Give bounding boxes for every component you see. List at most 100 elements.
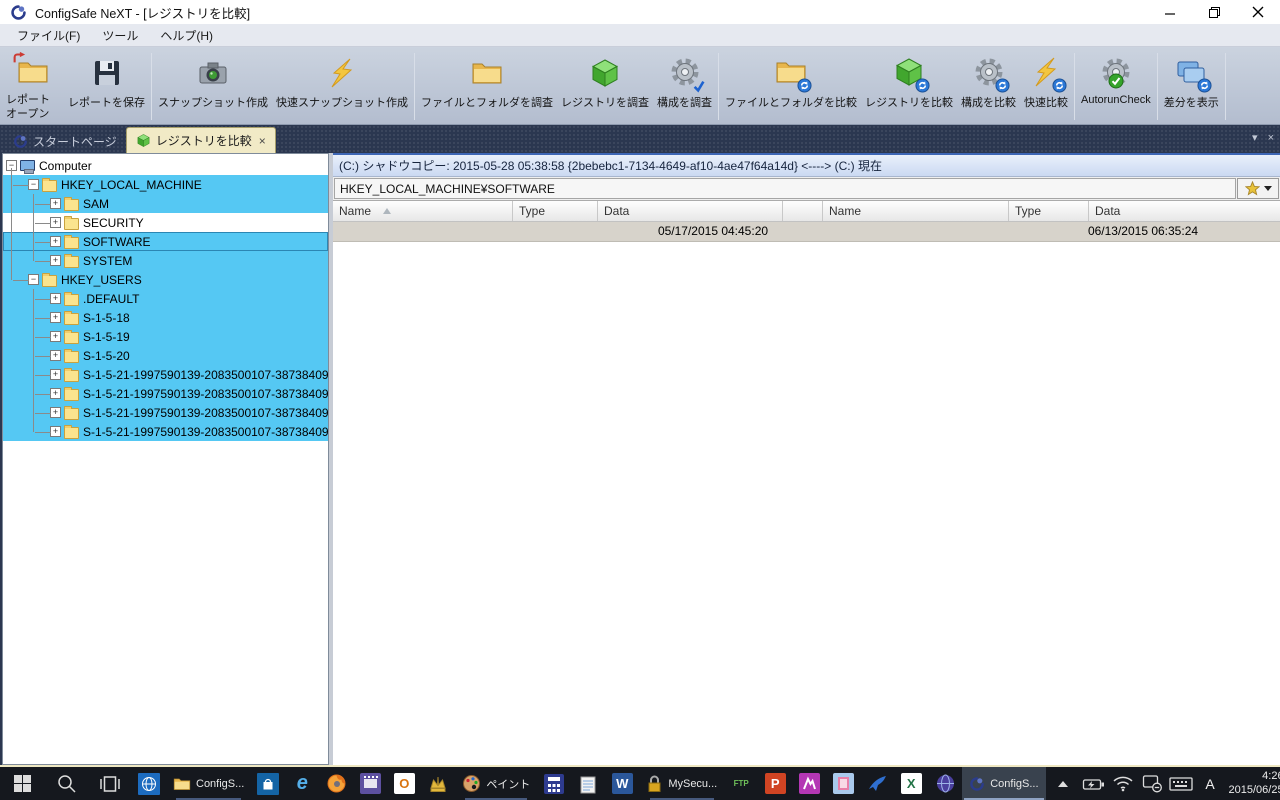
compare-config-button[interactable]: 構成を比較 [957, 49, 1020, 124]
tree-expander-icon[interactable]: + [50, 407, 61, 418]
purple-globe-icon[interactable] [928, 767, 962, 800]
tree-row[interactable]: + S-1-5-19 [3, 327, 328, 346]
tree-expander-icon[interactable]: + [50, 236, 61, 247]
ime-mode-indicator[interactable]: A [1196, 776, 1225, 792]
tree-expander-icon[interactable]: + [50, 388, 61, 399]
examine-registry-button[interactable]: レジストリを調査 [557, 49, 653, 124]
tree-expander-icon[interactable]: + [50, 217, 61, 228]
save-report-button[interactable]: レポートを保存 [64, 49, 149, 124]
tab-registry-compare[interactable]: レジストリを比較 × [126, 127, 276, 153]
quick-snapshot-button[interactable]: 快速スナップショット作成 [272, 49, 412, 124]
column-header-type-left[interactable]: Type [513, 201, 598, 221]
crown-app-icon[interactable] [421, 767, 455, 800]
tree-expander-icon[interactable]: + [50, 426, 61, 437]
window-title: ConfigSafe NeXT - [レジストリを比較] [35, 3, 1148, 22]
tab-overflow-icon[interactable]: ▾ [1252, 131, 1258, 144]
keyboard-icon[interactable] [1167, 776, 1196, 792]
tree-expander-icon[interactable]: + [50, 350, 61, 361]
start-button[interactable] [0, 767, 44, 800]
menu-help[interactable]: ヘルプ(H) [149, 24, 224, 47]
tree-row[interactable]: + .DEFAULT [3, 289, 328, 308]
ffftp-icon[interactable]: FTP [724, 767, 758, 800]
autorun-check-button[interactable]: AutorunCheck [1077, 49, 1155, 124]
tab-start-page[interactable]: スタートページ [4, 129, 126, 153]
movie-app-icon[interactable] [353, 767, 387, 800]
tree-row[interactable]: − Computer [3, 156, 328, 175]
tree-row[interactable]: + SYSTEM [3, 251, 328, 270]
quick-compare-button[interactable]: 快速比較 [1020, 49, 1072, 124]
tree-expander-icon[interactable]: + [50, 198, 61, 209]
tree-expander-icon[interactable]: − [6, 160, 17, 171]
tray-chevron-up-icon[interactable] [1046, 767, 1080, 800]
column-header-gap [783, 201, 823, 221]
tabstrip-close-icon[interactable]: × [1268, 132, 1274, 144]
column-header-name-left[interactable]: Name [333, 201, 513, 221]
blue-check-icon [692, 79, 706, 93]
tree-row[interactable]: + S-1-5-20 [3, 346, 328, 365]
column-header-data-left[interactable]: Data [598, 201, 783, 221]
tree-row[interactable]: + SOFTWARE [3, 232, 328, 251]
folder-icon [64, 256, 79, 268]
pink-book-app-icon[interactable] [826, 767, 860, 800]
swoosh-app-icon[interactable] [860, 767, 894, 800]
column-header-name-right[interactable]: Name [823, 201, 1009, 221]
tree-row[interactable]: − HKEY_USERS [3, 270, 328, 289]
compare-files-button[interactable]: ファイルとフォルダを比較 [721, 49, 861, 124]
taskbar-configsafe-active-button[interactable]: ConfigS... [962, 767, 1045, 800]
task-view-icon[interactable] [88, 767, 132, 800]
column-header-type-right[interactable]: Type [1009, 201, 1089, 221]
tree-row[interactable]: + S-1-5-21-1997590139-2083500107-3873840… [3, 422, 328, 441]
minimize-button[interactable] [1148, 0, 1192, 24]
show-diff-button[interactable]: 差分を表示 [1160, 49, 1223, 124]
folder-icon [64, 199, 79, 211]
menu-file[interactable]: ファイル(F) [6, 24, 91, 47]
tree-expander-icon[interactable]: − [28, 179, 39, 190]
outlook-icon[interactable]: O [387, 767, 421, 800]
powerpoint-icon[interactable]: P [758, 767, 792, 800]
firefox-icon[interactable] [319, 767, 353, 800]
wifi-icon[interactable] [1109, 775, 1138, 792]
excel-icon[interactable]: X [894, 767, 928, 800]
grid-body[interactable] [333, 242, 1280, 765]
word-icon[interactable]: W [605, 767, 639, 800]
taskbar-clock[interactable]: 4:26 2015/06/25 [1225, 770, 1280, 798]
internet-explorer-icon[interactable]: e [285, 767, 319, 800]
tree-expander-icon[interactable]: + [50, 331, 61, 342]
taskbar-paint-button[interactable]: ペイント [455, 767, 537, 800]
tree-row[interactable]: + SAM [3, 194, 328, 213]
column-header-data-right[interactable]: Data [1089, 201, 1280, 221]
store-icon[interactable] [251, 767, 285, 800]
tree-expander-icon[interactable]: − [28, 274, 39, 285]
search-icon[interactable] [44, 767, 88, 800]
tree-row[interactable]: + S-1-5-21-1997590139-2083500107-3873840… [3, 365, 328, 384]
tree-expander-icon[interactable]: + [50, 293, 61, 304]
calculator-icon[interactable] [537, 767, 571, 800]
favorites-button[interactable] [1237, 178, 1279, 199]
action-center-icon[interactable] [1138, 774, 1167, 793]
close-button[interactable] [1236, 0, 1280, 24]
tree-expander-icon[interactable]: + [50, 312, 61, 323]
globe-tile-icon[interactable] [132, 767, 166, 800]
battery-icon[interactable] [1080, 775, 1109, 793]
examine-files-button[interactable]: ファイルとフォルダを調査 [417, 49, 557, 124]
report-open-button[interactable]: レポート オープン [2, 49, 64, 124]
compare-registry-button[interactable]: レジストリを比較 [861, 49, 957, 124]
tree-row[interactable]: + S-1-5-21-1997590139-2083500107-3873840… [3, 384, 328, 403]
magenta-app-icon[interactable] [792, 767, 826, 800]
restore-button[interactable] [1192, 0, 1236, 24]
menu-tools[interactable]: ツール [91, 24, 149, 47]
tree-row[interactable]: + S-1-5-18 [3, 308, 328, 327]
create-snapshot-button[interactable]: スナップショット作成 [154, 49, 272, 124]
registry-path-field[interactable]: HKEY_LOCAL_MACHINE¥SOFTWARE [334, 178, 1236, 199]
notepad-icon[interactable] [571, 767, 605, 800]
tab-close-icon[interactable]: × [259, 135, 266, 147]
taskbar-mysecurity-button[interactable]: MySecu... [639, 767, 724, 800]
tree-row[interactable]: + S-1-5-21-1997590139-2083500107-3873840… [3, 403, 328, 422]
tree-expander-icon[interactable]: + [50, 255, 61, 266]
tree-row[interactable]: + SECURITY [3, 213, 328, 232]
tree-row[interactable]: − HKEY_LOCAL_MACHINE [3, 175, 328, 194]
tree-expander-icon[interactable]: + [50, 369, 61, 380]
toolbar-separator [718, 53, 719, 120]
taskbar-configsafe-folder-button[interactable]: ConfigS... [166, 767, 251, 800]
examine-config-button[interactable]: 構成を調査 [653, 49, 716, 124]
